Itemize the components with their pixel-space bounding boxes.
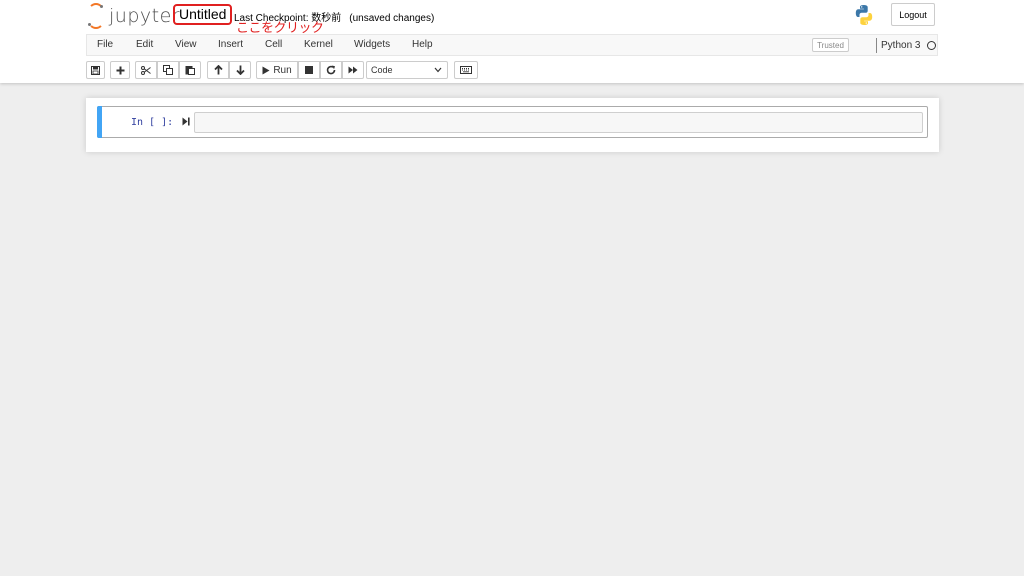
toolbar: Run Code <box>86 61 946 79</box>
menu-view[interactable]: View <box>175 39 197 50</box>
save-button[interactable] <box>86 61 105 79</box>
stop-icon <box>305 66 313 74</box>
logo-text: jupyter <box>109 5 181 27</box>
cut-icon <box>141 65 151 75</box>
code-editor[interactable] <box>194 112 923 133</box>
menu-help[interactable]: Help <box>412 39 433 50</box>
cell-selection-bar <box>97 106 102 138</box>
cell-type-select[interactable]: Code <box>366 61 448 79</box>
keyboard-icon <box>460 66 472 74</box>
move-down-button[interactable] <box>229 61 251 79</box>
trusted-indicator[interactable]: Trusted <box>812 38 849 52</box>
run-label: Run <box>273 64 292 76</box>
copy-button[interactable] <box>157 61 179 79</box>
menu-insert[interactable]: Insert <box>218 39 243 50</box>
top-bar: jupyter Untitled Last Checkpoint: 数秒前 (un… <box>0 0 1024 36</box>
arrow-up-icon <box>213 65 223 75</box>
kernel-idle-icon <box>927 41 936 50</box>
cut-button[interactable] <box>135 61 157 79</box>
move-up-button[interactable] <box>207 61 229 79</box>
save-icon <box>91 65 100 75</box>
run-cell-icon[interactable] <box>182 117 190 126</box>
notebook-name[interactable]: Untitled <box>173 4 233 25</box>
jupyter-logo-icon <box>88 3 104 29</box>
notebook-container: In [ ]: <box>86 98 939 152</box>
paste-button[interactable] <box>179 61 201 79</box>
interrupt-button[interactable] <box>298 61 320 79</box>
restart-run-all-button[interactable] <box>342 61 364 79</box>
kernel-separator <box>876 38 877 53</box>
plus-icon <box>116 66 124 74</box>
menu-file[interactable]: File <box>97 39 113 50</box>
cell-type-value: Code <box>371 65 393 75</box>
run-button[interactable]: Run <box>256 61 298 79</box>
input-prompt: In [ ]: <box>131 117 174 128</box>
insert-cell-button[interactable] <box>110 61 130 79</box>
paste-icon <box>185 66 195 75</box>
code-cell[interactable]: In [ ]: <box>97 106 928 138</box>
arrow-down-icon <box>235 65 245 75</box>
copy-icon <box>163 65 173 75</box>
menu-cell[interactable]: Cell <box>265 39 282 50</box>
kernel-name[interactable]: Python 3 <box>881 40 920 51</box>
menu-kernel[interactable]: Kernel <box>304 39 333 50</box>
logout-button[interactable]: Logout <box>891 3 935 26</box>
jupyter-logo[interactable]: jupyter <box>88 3 181 29</box>
fast-forward-icon <box>348 66 358 74</box>
restart-button[interactable] <box>320 61 342 79</box>
chevron-down-icon <box>434 67 442 73</box>
python-logo-icon <box>855 5 873 25</box>
play-icon <box>262 66 270 74</box>
unsaved-status: (unsaved changes) <box>349 13 435 24</box>
menu-widgets[interactable]: Widgets <box>354 39 390 50</box>
menu-edit[interactable]: Edit <box>136 39 153 50</box>
notebook-header: jupyter Untitled Last Checkpoint: 数秒前 (un… <box>0 0 1024 83</box>
menu-bar: File Edit View Insert Cell Kernel Widget… <box>86 34 938 56</box>
restart-icon <box>326 65 336 75</box>
command-palette-button[interactable] <box>454 61 478 79</box>
